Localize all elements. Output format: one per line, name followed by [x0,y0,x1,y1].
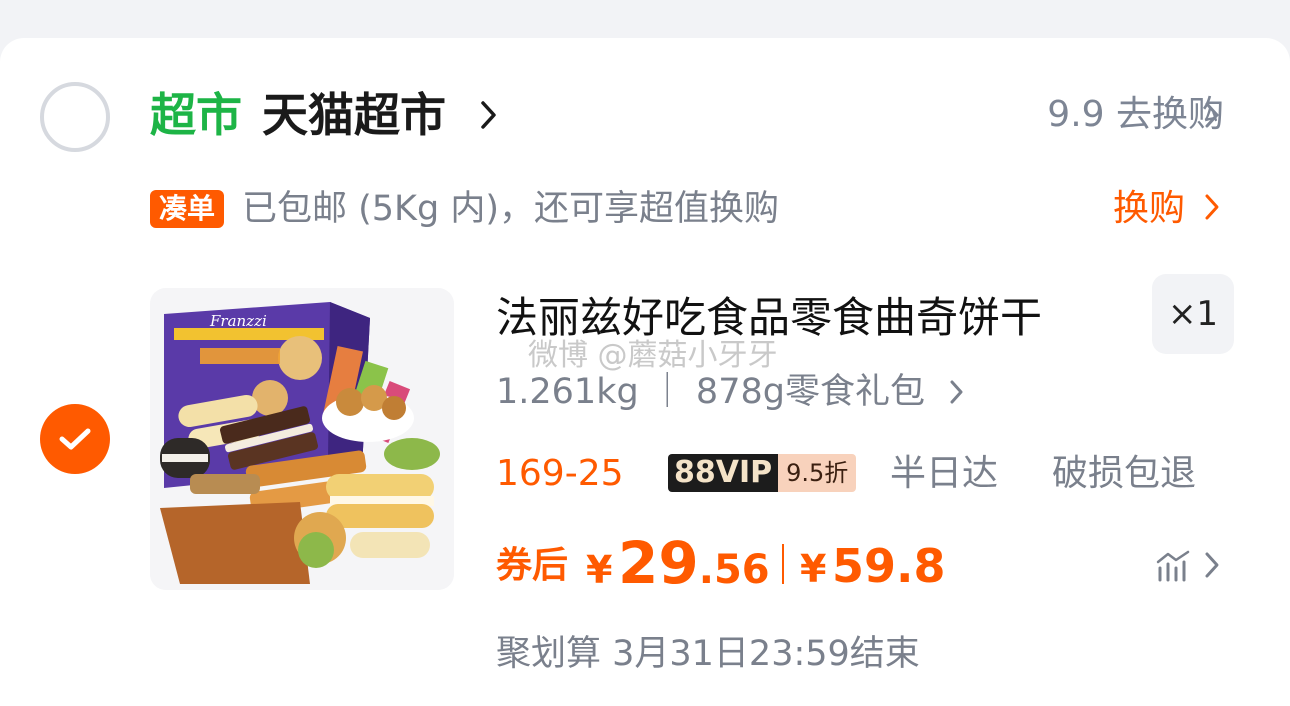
currency-symbol: ¥ [586,548,613,592]
chevron-right-icon[interactable] [1202,100,1222,130]
deal-countdown-text: 聚划算 3月31日23:59结束 [496,634,920,674]
item-select-checkbox[interactable] [40,404,110,474]
quantity-selector[interactable]: ×1 [1152,274,1234,354]
store-select-radio[interactable] [40,82,110,152]
shipping-info-text: 已包邮 (5Kg 内)，还可享超值换购 [242,189,779,229]
product-image[interactable]: Franzzi [150,288,454,590]
box-brand-text: Franzzi [209,312,267,330]
promo-threshold-text: 169-25 [496,453,624,494]
after-coupon-price: ¥ 29.56 [586,528,770,613]
vip-discount-badge: 88VIP 9.5折 [668,454,857,492]
coudan-badge: 凑单 [150,190,225,228]
store-name[interactable]: 天猫超市 [262,84,446,146]
vip-discount: 9.5折 [778,454,857,492]
exchange-purchase-link[interactable]: 换购 [1113,185,1185,233]
service-tag-damage-return: 破损包退 [1052,453,1197,494]
price-trend-icon[interactable] [1154,548,1194,582]
chevron-right-icon[interactable] [948,378,966,406]
cookie-gift-box-illustration: Franzzi [150,288,454,590]
sku-selector[interactable]: 1.261kg ｜ 878g零食礼包 [496,368,925,416]
store-brand-label: 超市 [150,88,242,142]
original-price: ¥ 59.8 [800,535,946,608]
service-tag-halfday: 半日达 [890,453,999,494]
checkmark-icon [59,428,91,450]
price-decimal: .56 [698,547,770,593]
chevron-right-icon[interactable] [478,98,500,132]
original-price-value: 59.8 [832,539,946,593]
chevron-right-icon[interactable] [1202,550,1222,580]
chevron-right-icon[interactable] [1202,192,1222,222]
currency-symbol: ¥ [800,547,827,591]
price-divider [782,544,784,584]
exchange-link[interactable]: 9.9 去换购 [1047,90,1224,140]
vip-label: 88VIP [668,454,779,492]
after-coupon-label: 券后 [496,545,569,586]
price-integer: 29 [618,529,699,597]
